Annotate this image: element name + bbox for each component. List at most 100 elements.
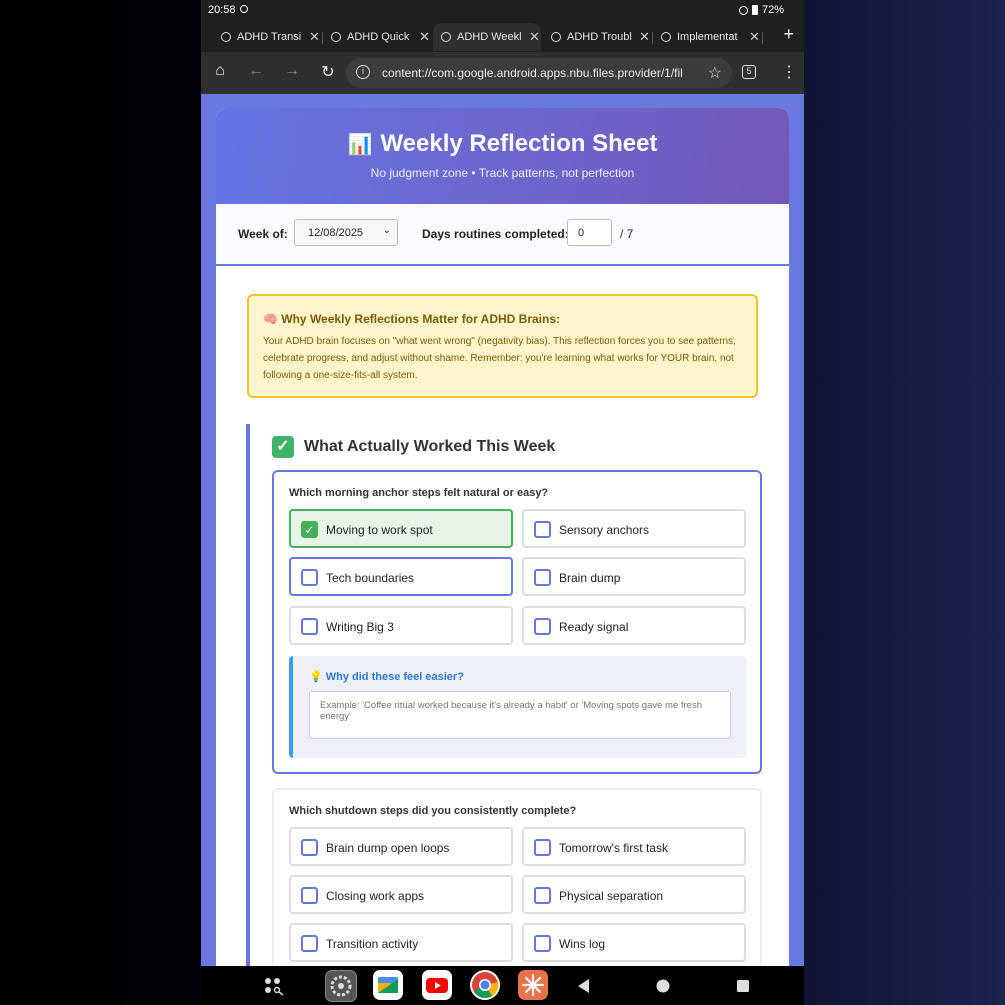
- globe-icon: [331, 32, 341, 42]
- days-completed-input[interactable]: 0: [567, 219, 612, 246]
- week-date-value: 12/08/2025: [308, 227, 364, 239]
- url-text[interactable]: content://com.google.android.apps.nbu.fi…: [382, 66, 694, 80]
- days-total: / 7: [620, 227, 634, 241]
- claude-app-icon[interactable]: [518, 970, 548, 1000]
- info-icon[interactable]: i: [356, 65, 370, 79]
- checkbox[interactable]: [301, 935, 318, 952]
- settings-app-icon[interactable]: [325, 970, 357, 1002]
- option-tech-boundaries[interactable]: Tech boundaries: [289, 557, 513, 596]
- back-icon[interactable]: ←: [246, 62, 266, 80]
- checkbox[interactable]: ✓: [301, 521, 318, 538]
- info-heading: 🧠 Why Weekly Reflections Matter for ADHD…: [263, 312, 560, 326]
- close-icon[interactable]: ✕: [309, 29, 320, 45]
- shutdown-question: Which shutdown steps did you consistentl…: [289, 805, 577, 817]
- option-ready-signal[interactable]: Ready signal: [522, 606, 746, 645]
- close-icon[interactable]: ✕: [749, 29, 760, 45]
- reload-icon[interactable]: ↻: [318, 62, 338, 82]
- option-moving-to-work-spot[interactable]: ✓ Moving to work spot: [289, 509, 513, 548]
- home-icon[interactable]: ⌂: [210, 62, 230, 80]
- option-wins-log[interactable]: Wins log: [522, 923, 746, 962]
- new-tab-icon[interactable]: +: [783, 24, 794, 45]
- tab-label: ADHD Weekl: [457, 31, 522, 43]
- chrome-app-icon[interactable]: [470, 970, 500, 1000]
- close-icon[interactable]: ✕: [639, 29, 650, 45]
- option-label: Transition activity: [326, 937, 419, 951]
- status-bar: 20:58 72%: [201, 0, 804, 20]
- option-tomorrows-first-task[interactable]: Tomorrow's first task: [522, 827, 746, 866]
- option-label: Sensory anchors: [559, 523, 650, 537]
- browser-tab[interactable]: Implementat ✕: [653, 23, 760, 51]
- close-icon[interactable]: ✕: [529, 29, 540, 45]
- option-label: Wins log: [559, 937, 606, 951]
- browser-tab-active[interactable]: ADHD Weekl ✕: [433, 23, 541, 51]
- youtube-app-icon[interactable]: [422, 970, 452, 1000]
- checkbox[interactable]: [534, 569, 551, 586]
- option-label: Tomorrow's first task: [559, 841, 668, 855]
- checkbox[interactable]: [534, 887, 551, 904]
- tab-label: ADHD Troubl: [567, 31, 632, 43]
- globe-icon: [551, 32, 561, 42]
- why-easier-title: 💡 Why did these feel easier?: [309, 671, 464, 683]
- checkbox[interactable]: [534, 618, 551, 635]
- browser-tab[interactable]: ADHD Quick ✕: [323, 23, 430, 51]
- section-title: What Actually Worked This Week: [304, 438, 556, 455]
- back-nav-icon[interactable]: [577, 978, 591, 994]
- page-header: 📊 Weekly Reflection Sheet No judgment zon…: [216, 108, 789, 204]
- option-closing-work-apps[interactable]: Closing work apps: [289, 875, 513, 914]
- battery-level: 72%: [761, 4, 784, 16]
- days-label: Days routines completed:: [422, 227, 569, 241]
- star-icon[interactable]: ☆: [708, 63, 722, 83]
- tab-label: ADHD Transi: [237, 31, 302, 43]
- checkbox[interactable]: [301, 569, 318, 586]
- address-bar[interactable]: i content://com.google.android.apps.nbu.…: [346, 58, 732, 88]
- option-label: Tech boundaries: [326, 571, 415, 585]
- option-label: Brain dump open loops: [326, 841, 450, 855]
- checkbox[interactable]: [301, 887, 318, 904]
- globe-icon: [661, 32, 671, 42]
- checkbox[interactable]: [534, 935, 551, 952]
- checkmark-icon: ✓: [272, 436, 294, 458]
- why-easier-box: 💡 Why did these feel easier?: [289, 656, 746, 758]
- shutdown-question-box: Which shutdown steps did you consistentl…: [272, 788, 762, 966]
- browser-tab[interactable]: ADHD Transi ✕: [213, 23, 320, 51]
- forward-icon[interactable]: →: [282, 62, 302, 80]
- files-app-icon[interactable]: [373, 970, 403, 1000]
- checkbox[interactable]: [534, 839, 551, 856]
- option-sensory-anchors[interactable]: Sensory anchors: [522, 509, 746, 548]
- option-label: Moving to work spot: [326, 523, 433, 537]
- week-label: Week of:: [238, 227, 288, 241]
- recents-nav-icon[interactable]: [736, 979, 750, 993]
- tab-switcher-button[interactable]: 5: [742, 65, 756, 79]
- why-easier-textarea[interactable]: [309, 691, 731, 739]
- option-label: Ready signal: [559, 620, 629, 634]
- option-brain-dump[interactable]: Brain dump: [522, 557, 746, 596]
- globe-icon: [221, 32, 231, 42]
- tab-label: Implementat: [677, 31, 738, 43]
- option-physical-separation[interactable]: Physical separation: [522, 875, 746, 914]
- app-drawer-icon[interactable]: [263, 976, 285, 996]
- tab-strip: ADHD Transi ✕ ADHD Quick ✕ ADHD Weekl ✕ …: [201, 20, 804, 52]
- option-transition-activity[interactable]: Transition activity: [289, 923, 513, 962]
- option-label: Physical separation: [559, 889, 664, 903]
- morning-question-box: Which morning anchor steps felt natural …: [272, 470, 762, 774]
- tab-label: ADHD Quick: [347, 31, 410, 43]
- week-date-select[interactable]: 12/08/2025 ⌄: [294, 219, 398, 246]
- option-brain-dump-open-loops[interactable]: Brain dump open loops: [289, 827, 513, 866]
- home-nav-icon[interactable]: [656, 979, 670, 993]
- menu-icon[interactable]: ⋮: [781, 62, 797, 82]
- recording-icon: [240, 5, 248, 13]
- tab-divider: [762, 32, 763, 44]
- browser-toolbar: ⌂ ← → ↻ i content://com.google.android.a…: [201, 52, 804, 94]
- week-row: Week of: 12/08/2025 ⌄ Days routines comp…: [216, 204, 789, 266]
- checkbox[interactable]: [534, 521, 551, 538]
- page-title-text: Weekly Reflection Sheet: [380, 130, 658, 157]
- checkbox[interactable]: [301, 618, 318, 635]
- battery-icon: [751, 5, 758, 15]
- close-icon[interactable]: ✕: [419, 29, 430, 45]
- checkbox[interactable]: [301, 839, 318, 856]
- status-time: 20:58: [208, 4, 236, 16]
- status-right: 72%: [738, 4, 784, 16]
- page-content: 📊 Weekly Reflection Sheet No judgment zon…: [201, 94, 804, 966]
- browser-tab[interactable]: ADHD Troubl ✕: [543, 23, 650, 51]
- option-writing-big-3[interactable]: Writing Big 3: [289, 606, 513, 645]
